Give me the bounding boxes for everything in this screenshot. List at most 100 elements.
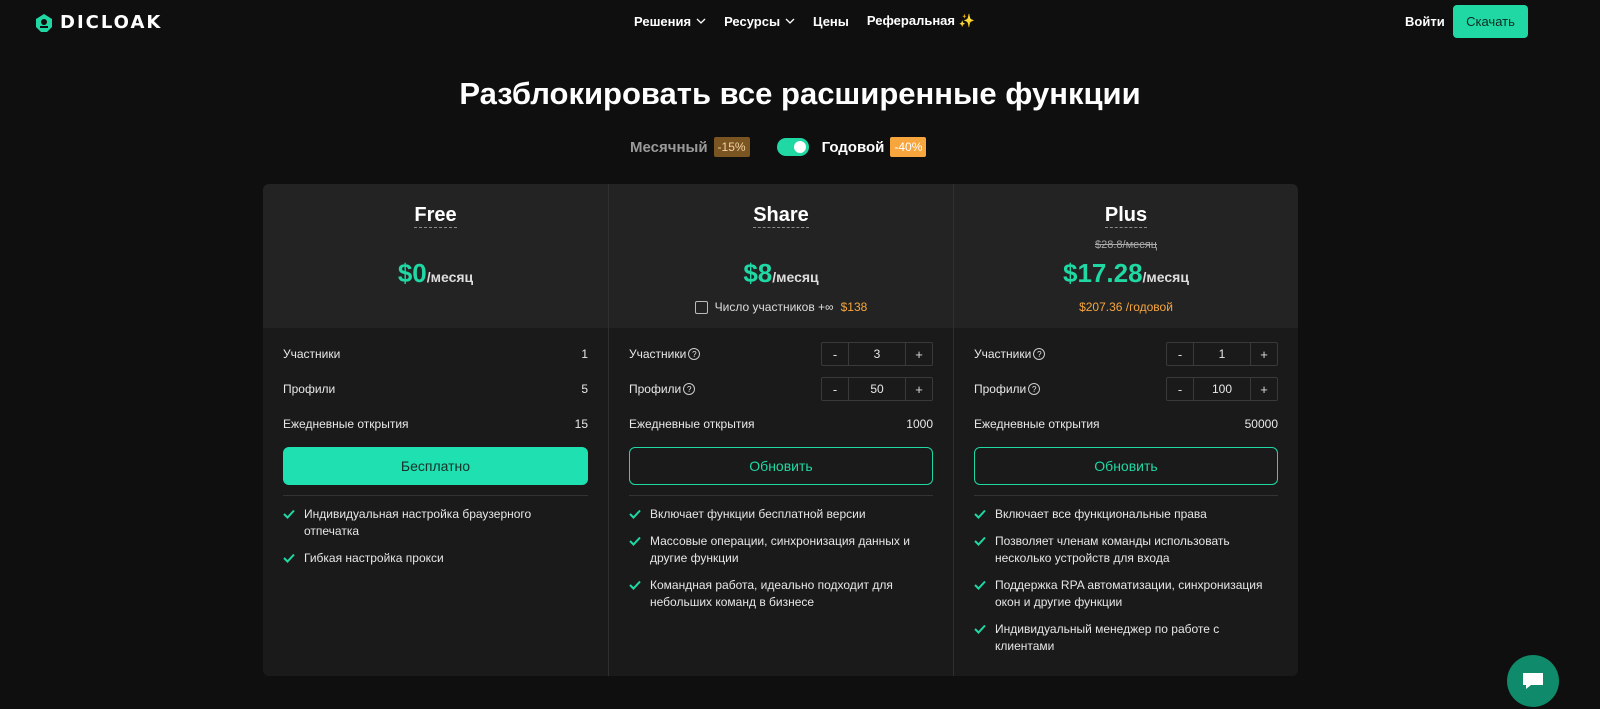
profiles-stepper: - 100 +	[1166, 377, 1278, 401]
chat-widget-button[interactable]	[1507, 655, 1559, 707]
price-amount: $17.28	[1063, 258, 1143, 288]
decrement-button[interactable]: -	[1167, 343, 1193, 365]
plan-header: Plus $28.8/месяц $17.28/месяц $207.36 /г…	[954, 184, 1298, 328]
feature-item: Поддержка RPA автоматизации, синхронизац…	[974, 577, 1278, 611]
nav-item-solutions[interactable]: Решения	[634, 13, 706, 29]
row-value: 1000	[906, 417, 933, 431]
feature-item: Гибкая настройка прокси	[283, 550, 588, 567]
chevron-down-icon	[785, 18, 795, 24]
pricing-plans: Free $0/месяц Участники 1 Профили 5 Ежед…	[263, 184, 1298, 676]
row-label: Ежедневные открытия	[974, 417, 1100, 431]
main-nav: Решения Ресурсы Цены Реферальная ✨	[634, 13, 975, 29]
stepper-value[interactable]: 50	[848, 378, 906, 400]
yearly-total: $207.36 /годовой	[1079, 300, 1173, 314]
plus-upgrade-button[interactable]: Обновить	[974, 447, 1278, 485]
plan-card-plus: Plus $28.8/месяц $17.28/месяц $207.36 /г…	[953, 184, 1298, 676]
plan-row-members: Участники? - 1 +	[974, 342, 1278, 366]
feature-item: Командная работа, идеально подходит для …	[629, 577, 933, 611]
feature-item: Включает функции бесплатной версии	[629, 506, 933, 523]
feature-text: Включает все функциональные права	[995, 507, 1207, 521]
stepper-value[interactable]: 3	[848, 343, 906, 365]
help-icon[interactable]: ?	[1028, 383, 1041, 395]
row-value: 5	[581, 382, 588, 396]
help-icon[interactable]: ?	[688, 348, 701, 360]
row-label-text: Участники	[974, 347, 1032, 361]
plan-row-daily-opens: Ежедневные открытия 1000	[629, 412, 933, 436]
feature-text: Поддержка RPA автоматизации, синхронизац…	[995, 578, 1263, 609]
plan-name-text: Plus	[1104, 204, 1148, 228]
plan-name: Share	[609, 204, 953, 228]
plan-row-members: Участники 1	[283, 342, 588, 366]
feature-item: Индивидуальная настройка браузерного отп…	[283, 506, 588, 540]
plan-name-text: Free	[414, 204, 457, 228]
check-icon	[974, 624, 986, 634]
share-upgrade-button[interactable]: Обновить	[629, 447, 933, 485]
row-label: Ежедневные открытия	[629, 417, 755, 431]
nav-item-pricing[interactable]: Цены	[813, 13, 849, 29]
logo[interactable]: DICLOAK	[34, 12, 162, 33]
increment-button[interactable]: +	[906, 378, 932, 400]
nav-item-label: Ресурсы	[724, 13, 781, 29]
price-period: /месяц	[426, 269, 474, 285]
decrement-button[interactable]: -	[822, 378, 848, 400]
help-icon[interactable]: ?	[1033, 348, 1046, 360]
billing-toggle[interactable]	[776, 138, 809, 156]
billing-yearly-label[interactable]: Годовой	[822, 139, 885, 156]
members-stepper: - 1 +	[1166, 342, 1278, 366]
nav-item-label: Решения	[634, 13, 692, 29]
free-plan-button[interactable]: Бесплатно	[283, 447, 588, 485]
divider	[629, 495, 933, 496]
feature-item: Позволяет членам команды использовать не…	[974, 533, 1278, 567]
login-link[interactable]: Войти	[1405, 14, 1445, 29]
nav-item-label: Цены	[813, 13, 849, 29]
feature-text: Индивидуальная настройка браузерного отп…	[304, 507, 532, 538]
plan-price: $17.28/месяц	[954, 258, 1298, 289]
plan-row-daily-opens: Ежедневные открытия 15	[283, 412, 588, 436]
check-icon	[974, 509, 986, 519]
row-label: Участники?	[629, 347, 701, 361]
monthly-discount-badge: -15%	[713, 137, 750, 157]
plan-row-daily-opens: Ежедневные открытия 50000	[974, 412, 1278, 436]
logo-icon	[36, 13, 52, 32]
plan-row-members: Участники? - 3 +	[629, 342, 933, 366]
decrement-button[interactable]: -	[1167, 378, 1193, 400]
row-label: Участники?	[974, 347, 1046, 361]
check-icon	[629, 536, 641, 546]
row-label-text: Профили	[629, 382, 682, 396]
row-value: 50000	[1244, 417, 1278, 431]
billing-monthly-label[interactable]: Месячный	[630, 139, 708, 156]
price-period: /месяц	[772, 269, 819, 285]
unlimited-members-option: Число участников +∞ $138	[609, 300, 953, 314]
divider	[283, 495, 588, 496]
old-price: $28.8/месяц	[1094, 239, 1158, 251]
top-nav-bar: DICLOAK Решения Ресурсы Цены Реферальная…	[0, 0, 1600, 44]
feature-list: Включает все функциональные права Позвол…	[974, 506, 1278, 665]
feature-item: Включает все функциональные права	[974, 506, 1278, 523]
stepper-value[interactable]: 1	[1193, 343, 1251, 365]
plan-price: $8/месяц	[609, 258, 953, 289]
increment-button[interactable]: +	[1251, 343, 1277, 365]
check-icon	[629, 509, 641, 519]
decrement-button[interactable]: -	[822, 343, 848, 365]
nav-item-resources[interactable]: Ресурсы	[724, 13, 795, 29]
increment-button[interactable]: +	[1251, 378, 1277, 400]
help-icon[interactable]: ?	[683, 383, 696, 395]
increment-button[interactable]: +	[906, 343, 932, 365]
feature-text: Командная работа, идеально подходит для …	[650, 578, 893, 609]
feature-list: Индивидуальная настройка браузерного отп…	[283, 506, 588, 577]
plan-name: Free	[263, 204, 608, 228]
row-label: Профили?	[629, 382, 696, 396]
nav-item-referral[interactable]: Реферальная ✨	[867, 13, 975, 29]
plan-name-text: Share	[753, 204, 809, 228]
profiles-stepper: - 50 +	[821, 377, 933, 401]
stepper-value[interactable]: 100	[1193, 378, 1251, 400]
download-button[interactable]: Скачать	[1453, 5, 1528, 38]
unlimited-members-checkbox[interactable]	[694, 300, 708, 314]
feature-item: Массовые операции, синхронизация данных …	[629, 533, 933, 567]
feature-text: Позволяет членам команды использовать не…	[995, 534, 1230, 565]
row-label: Профили?	[974, 382, 1041, 396]
unlimited-members-label: Число участников +∞	[714, 300, 834, 314]
check-icon	[629, 580, 641, 590]
feature-text: Индивидуальный менеджер по работе с клие…	[995, 622, 1220, 653]
row-label: Ежедневные открытия	[283, 417, 409, 431]
